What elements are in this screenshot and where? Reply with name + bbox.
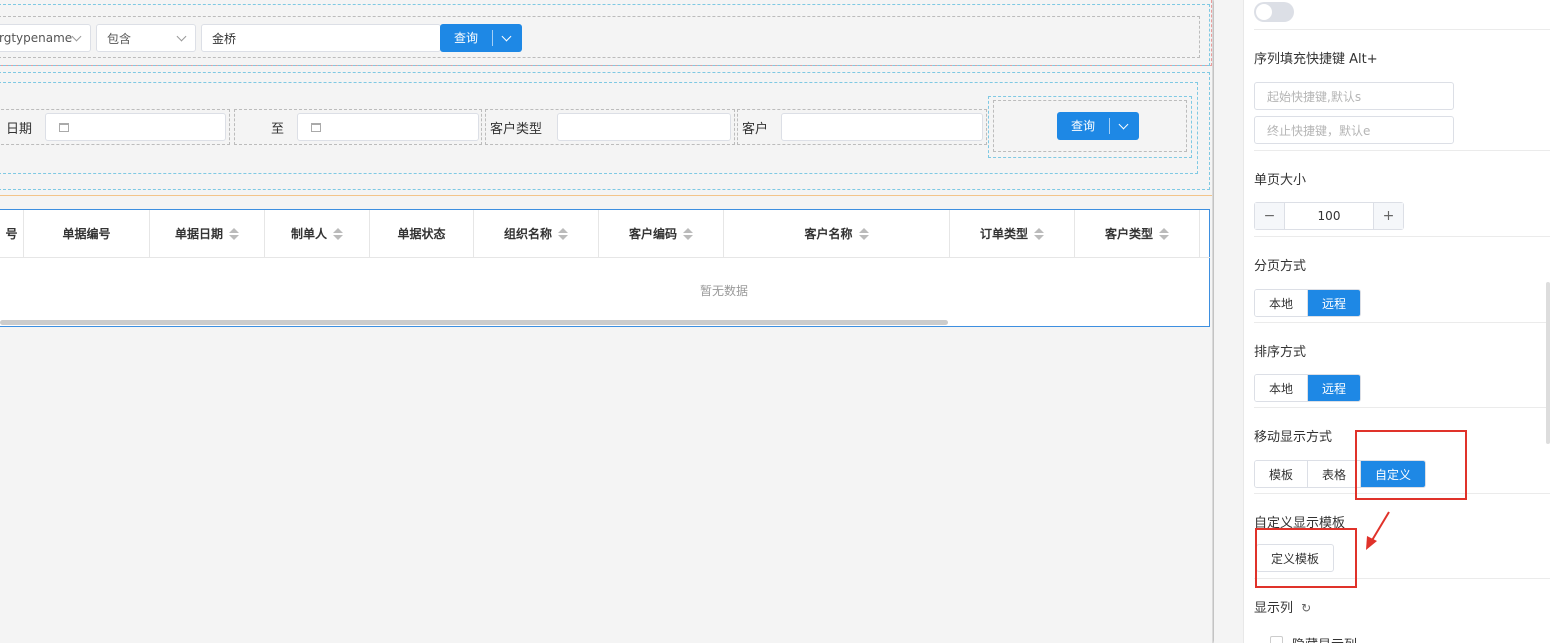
panel-scrollbar[interactable]	[1546, 282, 1550, 444]
section-paging	[1254, 237, 1550, 323]
column-header[interactable]: 客户名称	[724, 210, 950, 258]
chevron-down-icon	[71, 31, 82, 41]
sort-icon[interactable]	[229, 227, 239, 240]
value-input-text: 金桥	[212, 31, 237, 46]
empty-state-text: 暂无数据	[700, 284, 749, 298]
sort-icon[interactable]	[683, 227, 693, 240]
query-split-button-1[interactable]: 查询	[440, 24, 523, 52]
customer-type-label: 客户类型	[490, 122, 543, 137]
value-input[interactable]: 金桥	[201, 24, 441, 52]
column-header[interactable]: 单据日期	[150, 210, 265, 258]
column-header-label: 单据编号	[62, 227, 111, 241]
section-page-size	[1254, 151, 1550, 237]
column-header-label: 组织名称	[503, 227, 552, 241]
query-button-label: 查询	[1057, 118, 1111, 134]
calendar-icon	[59, 123, 69, 132]
customer-type-input[interactable]	[557, 113, 731, 141]
operator-select[interactable]: 包含	[96, 24, 196, 52]
column-header-filler	[1200, 210, 1210, 258]
column-header[interactable]: 客户类型	[1075, 210, 1200, 258]
date-label: 日期	[6, 122, 33, 137]
query-split-button-2[interactable]: 查询	[1057, 112, 1140, 140]
section-sort	[1254, 323, 1550, 408]
column-header-label: 单据状态	[397, 227, 446, 241]
column-header[interactable]: 组织名称	[474, 210, 599, 258]
section-toggle	[1254, 0, 1550, 30]
sort-icon[interactable]	[558, 227, 568, 240]
sort-icon[interactable]	[858, 227, 869, 240]
operator-select-value: 包含	[107, 31, 132, 46]
designer-canvas: rgtypename 包含 金桥 查询 日期 至 客户类型 客户 查询 号 单据…	[0, 0, 1214, 643]
section-divider	[0, 195, 1212, 196]
customer-label: 客户	[742, 122, 769, 137]
section-seq-fill	[1254, 30, 1550, 151]
sort-icon[interactable]	[1159, 227, 1169, 240]
column-header-label: 制单人	[290, 227, 327, 241]
display-columns-label: 显示列	[1254, 601, 1294, 616]
to-label: 至	[271, 122, 285, 137]
vertical-scrollbar-thumb[interactable]	[1213, 0, 1214, 643]
property-panel: 序列填充快捷键 Alt+ 起始快捷键,默认s 终止快捷键，默认e 单页大小 − …	[1243, 0, 1551, 643]
column-header-label: 客户类型	[1104, 227, 1153, 241]
column-header-label: 号	[5, 227, 18, 241]
annotation-box-custom-option	[1355, 430, 1467, 500]
chevron-down-icon[interactable]	[1118, 119, 1129, 129]
sort-icon[interactable]	[333, 227, 343, 240]
column-header[interactable]: 客户编码	[599, 210, 724, 258]
hide-columns-label: 隐藏显示列	[1292, 634, 1357, 643]
hide-columns-checkbox[interactable]	[1270, 636, 1283, 643]
horizontal-scrollbar[interactable]	[0, 320, 948, 325]
field-select[interactable]: rgtypename	[0, 24, 91, 52]
customer-input[interactable]	[781, 113, 983, 141]
sort-icon[interactable]	[1034, 227, 1044, 240]
column-header-label: 客户编码	[628, 227, 677, 241]
start-date-input[interactable]	[45, 113, 226, 141]
calendar-icon	[311, 123, 321, 132]
refresh-icon[interactable]: ↻	[1301, 601, 1311, 615]
column-header[interactable]: 订单类型	[950, 210, 1075, 258]
column-header[interactable]: 单据编号	[24, 210, 150, 258]
field-select-value: rgtypename	[0, 31, 73, 45]
column-header-label: 订单类型	[979, 227, 1028, 241]
column-header[interactable]: 制单人	[265, 210, 370, 258]
annotation-arrow-icon	[1366, 511, 1390, 550]
end-date-input[interactable]	[297, 113, 479, 141]
annotation-box-define-template	[1255, 528, 1357, 588]
chevron-down-icon[interactable]	[501, 31, 512, 41]
chevron-down-icon	[176, 31, 187, 41]
data-table: 号 单据编号 单据日期 制单人 单据状态 组织名称 客户编码 客户名称 订单类型…	[0, 209, 1210, 327]
display-columns-title: 显示列 ↻	[1254, 597, 1311, 616]
column-header-label: 客户名称	[804, 227, 853, 241]
query-button-label: 查询	[440, 30, 494, 46]
column-header-label: 单据日期	[174, 227, 223, 241]
column-header[interactable]: 单据状态	[370, 210, 474, 258]
column-header[interactable]: 号	[0, 210, 24, 258]
